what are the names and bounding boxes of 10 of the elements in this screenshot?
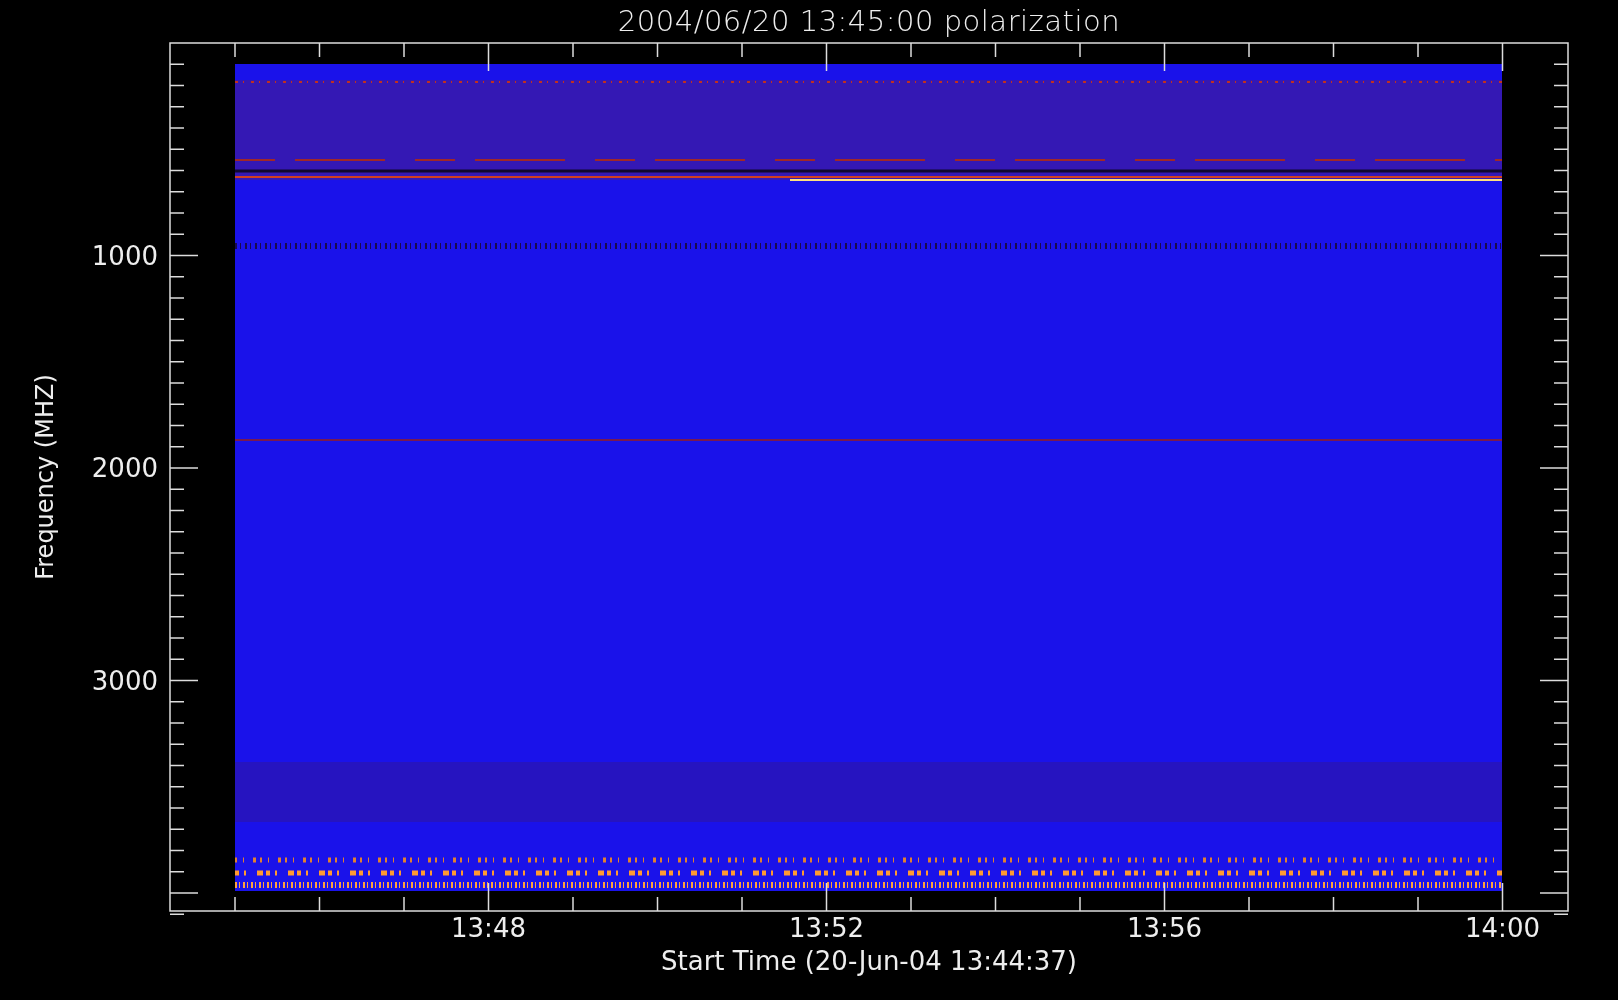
tick-label: 13:56	[1127, 913, 1202, 943]
tick-label: 14:00	[1465, 913, 1540, 943]
tick-label: 2000	[91, 453, 158, 483]
tick-label: 13:48	[451, 913, 526, 943]
tick-label: 3000	[91, 665, 158, 696]
tick-label: 13:52	[789, 913, 864, 943]
axis-label: Frequency (MHZ)	[31, 374, 59, 580]
axis-label: Start Time (20-Jun-04 13:44:37)	[661, 947, 1077, 976]
plot-title: 2004/06/20 13:45:00 polarization	[617, 6, 1121, 36]
tick-label: 1000	[91, 240, 158, 271]
